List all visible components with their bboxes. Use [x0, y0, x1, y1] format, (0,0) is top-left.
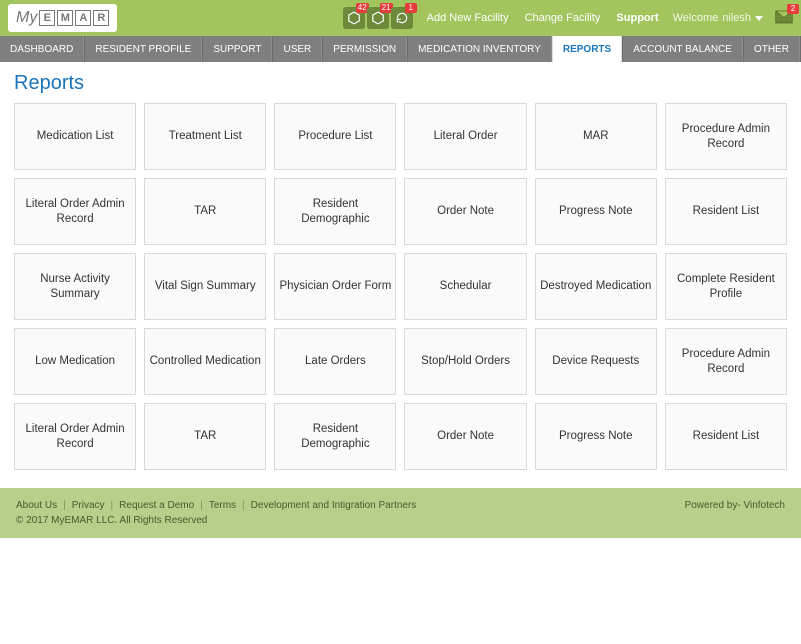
reports-grid: Medication ListTreatment ListProcedure L…: [14, 103, 787, 470]
report-card[interactable]: Resident Demographic: [274, 403, 396, 470]
report-card[interactable]: Procedure List: [274, 103, 396, 170]
report-card[interactable]: Physician Order Form: [274, 253, 396, 320]
logo-prefix: My: [16, 9, 37, 27]
change-facility-link[interactable]: Change Facility: [525, 12, 601, 24]
report-card[interactable]: Literal Order Admin Record: [14, 403, 136, 470]
footer-link[interactable]: Development and Intigration Partners: [251, 500, 417, 511]
divider: |: [111, 500, 114, 511]
report-card[interactable]: Literal Order: [404, 103, 526, 170]
user-menu[interactable]: Welcome nilesh: [673, 12, 763, 24]
cube-icon[interactable]: 21: [367, 7, 389, 29]
report-card[interactable]: Literal Order Admin Record: [14, 178, 136, 245]
nav-tab-reports[interactable]: REPORTS: [552, 36, 622, 62]
nav-tab-account-balance[interactable]: ACCOUNT BALANCE: [622, 36, 743, 62]
report-card[interactable]: TAR: [144, 403, 266, 470]
report-card[interactable]: Nurse Activity Summary: [14, 253, 136, 320]
nav-tab-support[interactable]: SUPPORT: [202, 36, 272, 62]
badge-count: 2: [787, 4, 799, 14]
report-card[interactable]: TAR: [144, 178, 266, 245]
page-title: Reports: [14, 72, 787, 95]
footer: About Us | Privacy | Request a Demo | Terms | De…: [0, 488, 801, 538]
support-link[interactable]: Support: [616, 12, 658, 24]
report-card[interactable]: Medication List: [14, 103, 136, 170]
welcome-label: Welcome: [673, 12, 719, 24]
report-card[interactable]: Order Note: [404, 178, 526, 245]
mail-icon[interactable]: 2: [775, 10, 793, 27]
report-card[interactable]: Resident Demographic: [274, 178, 396, 245]
report-card[interactable]: MAR: [535, 103, 657, 170]
report-card[interactable]: Destroyed Medication: [535, 253, 657, 320]
copyright: © 2017 MyEMAR LLC. All Rights Reserved: [16, 515, 785, 526]
report-card[interactable]: Treatment List: [144, 103, 266, 170]
nav-tab-permission[interactable]: PERMISSION: [322, 36, 407, 62]
add-facility-link[interactable]: Add New Facility: [427, 12, 509, 24]
nav-tab-resident-profile[interactable]: RESIDENT PROFILE: [84, 36, 202, 62]
header-icon-group: 42 21 1: [343, 7, 413, 29]
footer-links: About Us | Privacy | Request a Demo | Terms | De…: [16, 500, 785, 511]
divider: |: [200, 500, 203, 511]
report-card[interactable]: Progress Note: [535, 403, 657, 470]
nav-tab-user[interactable]: USER: [272, 36, 322, 62]
username: nilesh: [722, 12, 751, 24]
report-card[interactable]: Procedure Admin Record: [665, 103, 787, 170]
report-card[interactable]: Order Note: [404, 403, 526, 470]
nav-tab-dashboard[interactable]: DASHBOARD: [0, 36, 84, 62]
badge-count: 1: [405, 3, 417, 13]
report-card[interactable]: Complete Resident Profile: [665, 253, 787, 320]
report-card[interactable]: Stop/Hold Orders: [404, 328, 526, 395]
chevron-down-icon: [755, 16, 763, 21]
powered-by: Powered by- Vinfotech: [685, 500, 785, 511]
refresh-icon[interactable]: 1: [391, 7, 413, 29]
footer-link[interactable]: Terms: [209, 500, 236, 511]
nav-tab-medication-inventory[interactable]: MEDICATION INVENTORY: [407, 36, 552, 62]
report-card[interactable]: Device Requests: [535, 328, 657, 395]
divider: |: [63, 500, 66, 511]
report-card[interactable]: Late Orders: [274, 328, 396, 395]
divider: |: [242, 500, 245, 511]
main-nav: DASHBOARDRESIDENT PROFILESUPPORTUSERPERM…: [0, 36, 801, 62]
top-header: My E M A R 42 21 1 Add New Facility Chan…: [0, 0, 801, 36]
report-card[interactable]: Vital Sign Summary: [144, 253, 266, 320]
report-card[interactable]: Procedure Admin Record: [665, 328, 787, 395]
report-card[interactable]: Progress Note: [535, 178, 657, 245]
footer-link[interactable]: About Us: [16, 500, 57, 511]
nav-tab-other[interactable]: OTHER: [743, 36, 800, 62]
logo-letters: E M A R: [39, 10, 109, 26]
report-card[interactable]: Controlled Medication: [144, 328, 266, 395]
report-card[interactable]: Low Medication: [14, 328, 136, 395]
page-body: Reports Medication ListTreatment ListPro…: [0, 62, 801, 488]
footer-link[interactable]: Request a Demo: [119, 500, 194, 511]
app-logo[interactable]: My E M A R: [8, 4, 117, 32]
report-card[interactable]: Resident List: [665, 403, 787, 470]
cube-icon[interactable]: 42: [343, 7, 365, 29]
footer-link[interactable]: Privacy: [72, 500, 105, 511]
report-card[interactable]: Schedular: [404, 253, 526, 320]
report-card[interactable]: Resident List: [665, 178, 787, 245]
